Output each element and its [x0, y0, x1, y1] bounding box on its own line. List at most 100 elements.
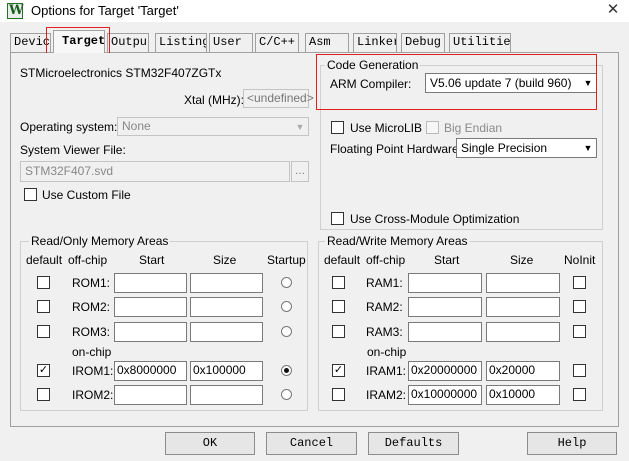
ro-memory-title: Read/Only Memory Areas: [29, 234, 171, 248]
noinit-checkbox[interactable]: [573, 300, 586, 313]
ro_mem-size-input[interactable]: [190, 322, 263, 342]
ro-onchip-label: on-chip: [72, 345, 112, 359]
app-icon: W: [7, 3, 24, 19]
rw_mem-default-checkbox[interactable]: [332, 300, 345, 313]
ro_mem-row-name: ROM2:: [72, 300, 111, 314]
svd-label: System Viewer File:: [20, 143, 126, 157]
noinit-checkbox[interactable]: [573, 388, 586, 401]
rw_mem-row-name: IRAM1:: [366, 364, 407, 378]
xtal-input[interactable]: <undefined>: [243, 89, 314, 108]
rw_mem-start-input[interactable]: 0x20000000: [408, 361, 482, 381]
rw_mem-size-input[interactable]: 0x20000: [486, 361, 560, 381]
tab-target[interactable]: Target: [53, 30, 105, 53]
ro_mem-default-checkbox[interactable]: [37, 300, 50, 313]
check-icon: ✓: [38, 364, 49, 376]
os-label: Operating system:: [20, 120, 118, 134]
svd-input[interactable]: STM32F407.svd: [20, 161, 290, 182]
ro_mem-row-name: IROM1:: [72, 364, 114, 378]
ro_mem-default-checkbox[interactable]: [37, 325, 50, 338]
rw-header-size: Size: [510, 253, 534, 267]
help-button[interactable]: Help: [527, 432, 617, 455]
rw_mem-default-checkbox[interactable]: [332, 388, 345, 401]
tab-device[interactable]: Device: [10, 33, 51, 52]
startup-radio[interactable]: [281, 365, 292, 376]
ro_mem-row-name: ROM3:: [72, 325, 111, 339]
ro_mem-size-value: 0x100000: [193, 363, 246, 377]
startup-radio[interactable]: [281, 326, 292, 337]
rw_mem-start-value: 0x10000000: [411, 387, 478, 401]
use-custom-file-label: Use Custom File: [42, 188, 131, 202]
ro_mem-start-value: 0x8000000: [117, 363, 177, 377]
rw_mem-size-value: 0x10000: [489, 387, 536, 401]
defaults-button[interactable]: Defaults: [368, 432, 459, 455]
ro_mem-size-input[interactable]: [190, 385, 263, 405]
rw_mem-size-input[interactable]: [486, 322, 560, 342]
noinit-checkbox[interactable]: [573, 364, 586, 377]
ro_mem-start-input[interactable]: [114, 322, 187, 342]
rw_mem-size-input[interactable]: 0x10000: [486, 385, 560, 405]
startup-radio[interactable]: [281, 389, 292, 400]
rw-header-offchip: off-chip: [366, 253, 406, 267]
rw_mem-row-name: IRAM2:: [366, 388, 407, 402]
use-microlib-checkbox[interactable]: [331, 121, 344, 134]
big-endian-checkbox[interactable]: [426, 121, 439, 134]
ro_mem-start-input[interactable]: [114, 273, 187, 293]
tab-linker[interactable]: Linker: [353, 33, 397, 52]
ro-header-size: Size: [213, 253, 237, 267]
use-microlib-label: Use MicroLIB: [350, 121, 423, 135]
noinit-checkbox[interactable]: [573, 325, 586, 338]
ro_mem-row-name: ROM1:: [72, 276, 111, 290]
rw_mem-start-value: 0x20000000: [411, 363, 478, 377]
ro_mem-start-input[interactable]: [114, 385, 187, 405]
rw_mem-start-input[interactable]: [408, 297, 482, 317]
os-value: None: [122, 119, 151, 133]
ro_mem-default-checkbox[interactable]: ✓: [37, 364, 50, 377]
chevron-down-icon: ▼: [583, 143, 593, 153]
arm-compiler-dropdown[interactable]: V5.06 update 7 (build 960) ▼: [425, 73, 597, 93]
rw-header-start: Start: [434, 253, 460, 267]
device-name: STMicroelectronics STM32F407ZGTx: [20, 66, 222, 80]
ro_mem-size-input[interactable]: [190, 297, 263, 317]
ro_mem-default-checkbox[interactable]: [37, 388, 50, 401]
rw_mem-default-checkbox[interactable]: [332, 276, 345, 289]
ok-button[interactable]: OK: [165, 432, 255, 455]
cross-module-optimization-checkbox[interactable]: [331, 212, 344, 225]
big-endian-label: Big Endian: [444, 121, 503, 135]
tab-asm[interactable]: Asm: [305, 33, 349, 52]
fpu-dropdown[interactable]: Single Precision ▼: [456, 138, 597, 158]
fpu-value: Single Precision: [461, 141, 548, 155]
ro_mem-start-input[interactable]: [114, 297, 187, 317]
ro-header-start: Start: [139, 253, 165, 267]
tab-output[interactable]: Output: [107, 33, 149, 52]
svd-browse-button[interactable]: ...: [291, 161, 309, 182]
rw_mem-start-input[interactable]: [408, 273, 482, 293]
arm-compiler-value: V5.06 update 7 (build 960): [430, 76, 572, 90]
tab-utilities[interactable]: Utilities: [449, 33, 511, 52]
ro_mem-size-input[interactable]: 0x100000: [190, 361, 263, 381]
cancel-button[interactable]: Cancel: [266, 432, 357, 455]
tab-listing[interactable]: Listing: [155, 33, 207, 52]
startup-radio[interactable]: [281, 301, 292, 312]
ro_mem-start-input[interactable]: 0x8000000: [114, 361, 187, 381]
use-custom-file-checkbox[interactable]: [24, 188, 37, 201]
ro-header-startup: Startup: [267, 253, 306, 267]
rw_mem-start-input[interactable]: 0x10000000: [408, 385, 482, 405]
close-icon[interactable]: ✕: [600, 0, 626, 22]
rw_mem-default-checkbox[interactable]: ✓: [332, 364, 345, 377]
rw_mem-start-input[interactable]: [408, 322, 482, 342]
ro_mem-size-input[interactable]: [190, 273, 263, 293]
rw_mem-row-name: RAM1:: [366, 276, 403, 290]
rw_mem-size-input[interactable]: [486, 297, 560, 317]
ro_mem-default-checkbox[interactable]: [37, 276, 50, 289]
startup-radio[interactable]: [281, 277, 292, 288]
app-icon-glyph: W: [9, 3, 24, 18]
noinit-checkbox[interactable]: [573, 276, 586, 289]
os-dropdown[interactable]: None ▼: [117, 117, 309, 136]
rw_mem-default-checkbox[interactable]: [332, 325, 345, 338]
tab-debug[interactable]: Debug: [401, 33, 445, 52]
tab-c-cpp[interactable]: C/C++: [255, 33, 299, 52]
tab-user[interactable]: User: [209, 33, 253, 52]
code-generation-title: Code Generation: [325, 58, 421, 72]
rw_mem-size-input[interactable]: [486, 273, 560, 293]
ro-header-default: default: [26, 253, 63, 267]
